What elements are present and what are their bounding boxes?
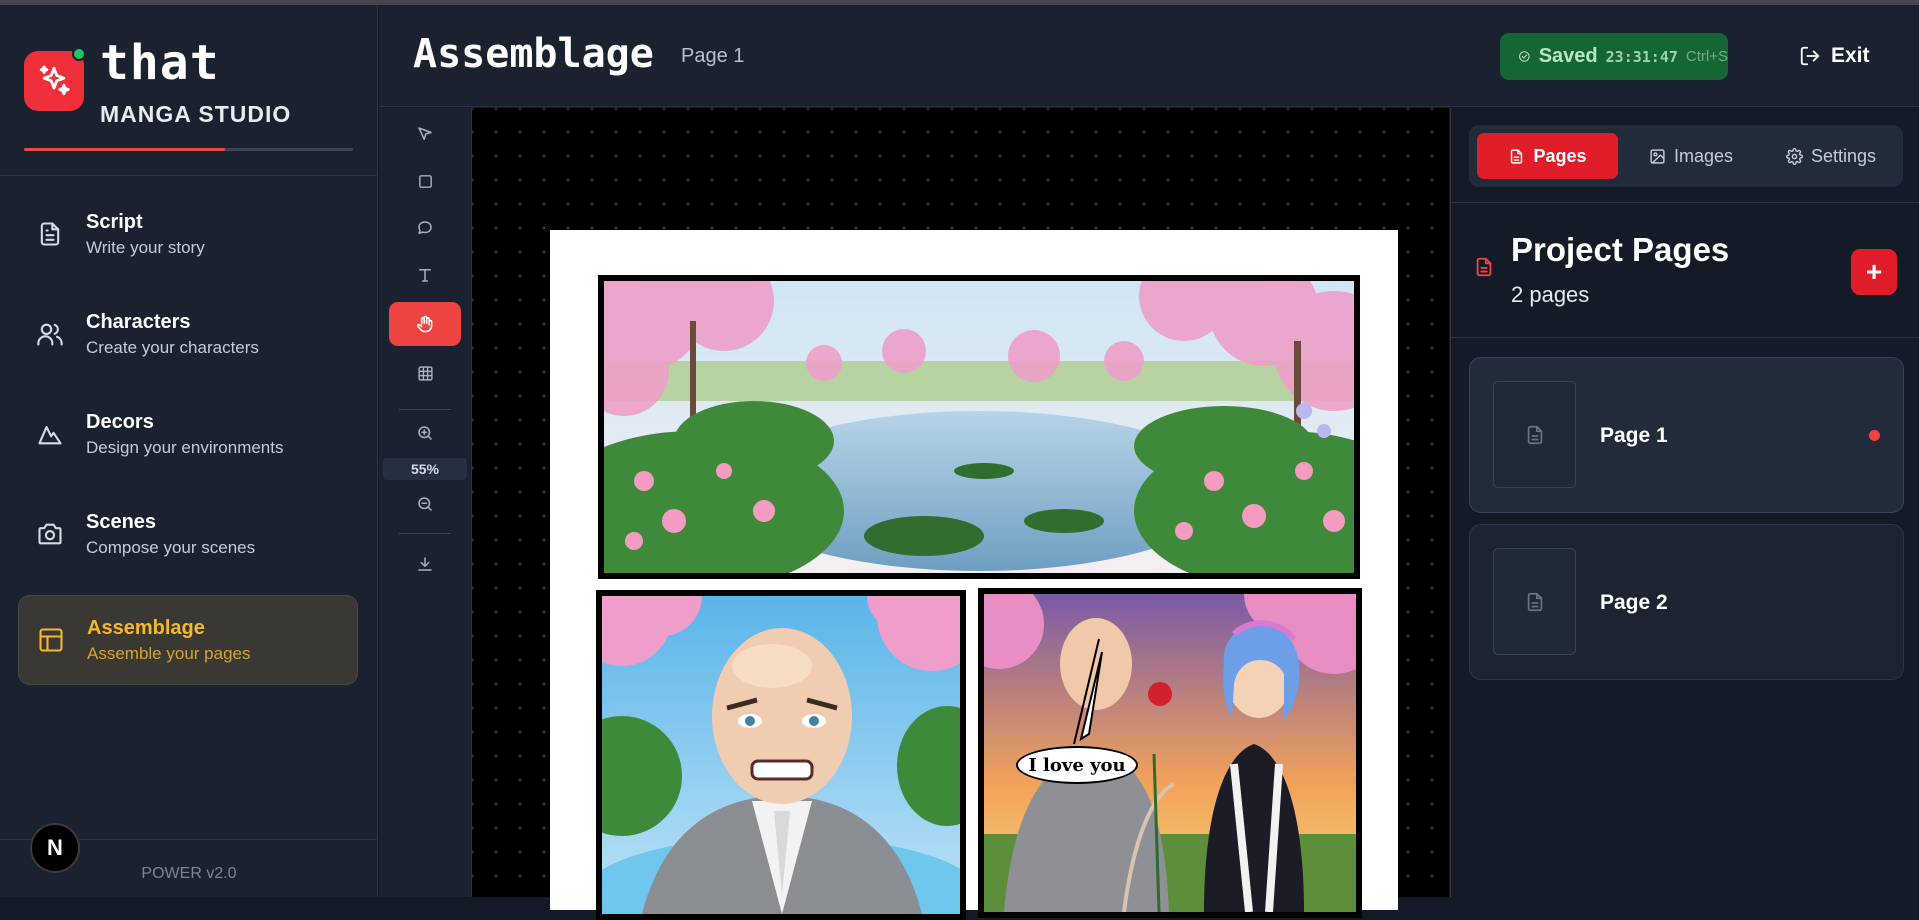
exit-button[interactable]: Exit [1799,35,1870,77]
image-icon [1650,148,1665,164]
nav-item-label: Script [86,210,143,233]
zoom-in-button[interactable] [389,411,461,455]
sparkles-icon [39,65,70,96]
brand-progress-bar [24,148,353,151]
top-header: Assemblage Page 1 Saved 23:31:47 Ctrl+S … [379,5,1919,107]
zoom-level: 55% [383,458,467,480]
page-count: 2 pages [1511,282,1590,307]
exit-label: Exit [1831,44,1870,67]
tool-strip: 55% [379,108,472,897]
nav-item-decors[interactable]: Decors Design your environments [18,389,358,479]
tab-settings[interactable]: Settings [1763,133,1899,179]
check-circle-icon [1519,51,1530,62]
grid-tool-button[interactable] [389,351,461,395]
online-status-dot [72,47,86,61]
garden-pond-illustration [604,281,1354,573]
cursor-icon [418,127,432,140]
zoom-out-button[interactable] [389,482,461,526]
nav-item-label: Characters [86,310,191,333]
speech-bubble-tool-button[interactable] [389,206,461,250]
save-shortcut-hint: Ctrl+S [1685,48,1728,65]
rectangle-tool-button[interactable] [389,159,461,203]
app-title: that [100,35,220,91]
nav-item-description: Assemble your pages [87,643,251,663]
tab-pages[interactable]: Pages [1477,133,1618,179]
project-pages-title: Project Pages [1511,231,1730,268]
hand-icon [417,315,433,333]
square-icon [418,174,432,188]
page-thumbnail [1493,548,1576,655]
nav-item-description: Compose your scenes [86,537,256,557]
page-thumbnail [1493,381,1576,488]
nav-item-scenes[interactable]: Scenes Compose your scenes [18,489,358,579]
nav-item-script[interactable]: Script Write your story [18,189,358,279]
right-panel: Pages Images Settings Project Pages 2 pa… [1450,108,1919,897]
pan-tool-button[interactable] [389,302,461,346]
document-icon [18,220,82,248]
divider [1451,202,1919,203]
saved-time: 23:31:47 [1605,47,1678,66]
panel-tabs: Pages Images Settings [1469,125,1903,187]
current-page-label: Page 1 [681,45,745,67]
tab-label: Images [1673,145,1734,166]
divider [1451,337,1919,338]
tab-label: Pages [1533,145,1587,166]
divider [399,409,451,410]
panel-rose-scene[interactable]: I love you [978,588,1362,918]
zoom-in-icon [418,426,432,440]
bald-man-illustration [602,596,960,914]
text-tool-button[interactable] [389,253,461,297]
speech-bubble[interactable]: I love you [1016,746,1138,784]
brand-progress-fill [24,148,225,151]
nav-item-label: Assemblage [87,616,205,639]
canvas-area[interactable]: I love you [472,108,1449,920]
speech-bubble-icon [418,221,432,234]
page-card-1[interactable]: Page 1 [1469,357,1904,513]
nav-item-description: Design your environments [86,437,284,457]
logout-icon [1800,46,1820,66]
nav-item-description: Create your characters [86,337,259,357]
nav-item-label: Scenes [86,510,157,533]
panel-bald-man[interactable] [596,590,966,920]
download-button[interactable] [389,542,461,586]
page-card-2[interactable]: Page 2 [1469,524,1904,680]
app-subtitle: MANGA STUDIO [100,101,292,127]
panel-garden-pond[interactable] [598,275,1360,579]
sidebar: that MANGA STUDIO Script Write your stor… [0,5,378,897]
saved-status-button[interactable]: Saved 23:31:47 Ctrl+S [1500,33,1728,80]
file-icon [1527,425,1542,444]
page-card-label: Page 2 [1600,591,1668,614]
zoom-out-icon [418,497,432,511]
mountain-icon [18,420,82,448]
file-icon [1511,148,1523,164]
grid-icon [417,365,433,381]
page-title: Assemblage [413,31,654,77]
gear-icon [1786,147,1803,165]
active-page-indicator [1869,430,1880,441]
tab-label: Settings [1810,145,1877,166]
nav-item-characters[interactable]: Characters Create your characters [18,289,358,379]
camera-icon [18,520,82,548]
divider [0,175,378,176]
text-icon [419,269,431,282]
add-page-button[interactable]: + [1851,249,1897,295]
download-icon [418,557,432,571]
nav-item-assemblage[interactable]: Assemblage Assemble your pages [18,595,358,685]
manga-page[interactable]: I love you [550,230,1398,920]
version-label: POWER v2.0 [141,865,237,882]
nav-item-label: Decors [86,410,154,433]
tab-images[interactable]: Images [1623,133,1759,179]
file-icon [1473,256,1495,283]
nav-item-description: Write your story [86,237,205,257]
select-tool-button[interactable] [389,112,461,156]
saved-label: Saved [1538,45,1598,67]
page-card-label: Page 1 [1600,424,1668,447]
divider [399,533,451,534]
users-icon [18,320,82,348]
layout-icon [19,626,83,654]
file-icon [1527,592,1542,611]
